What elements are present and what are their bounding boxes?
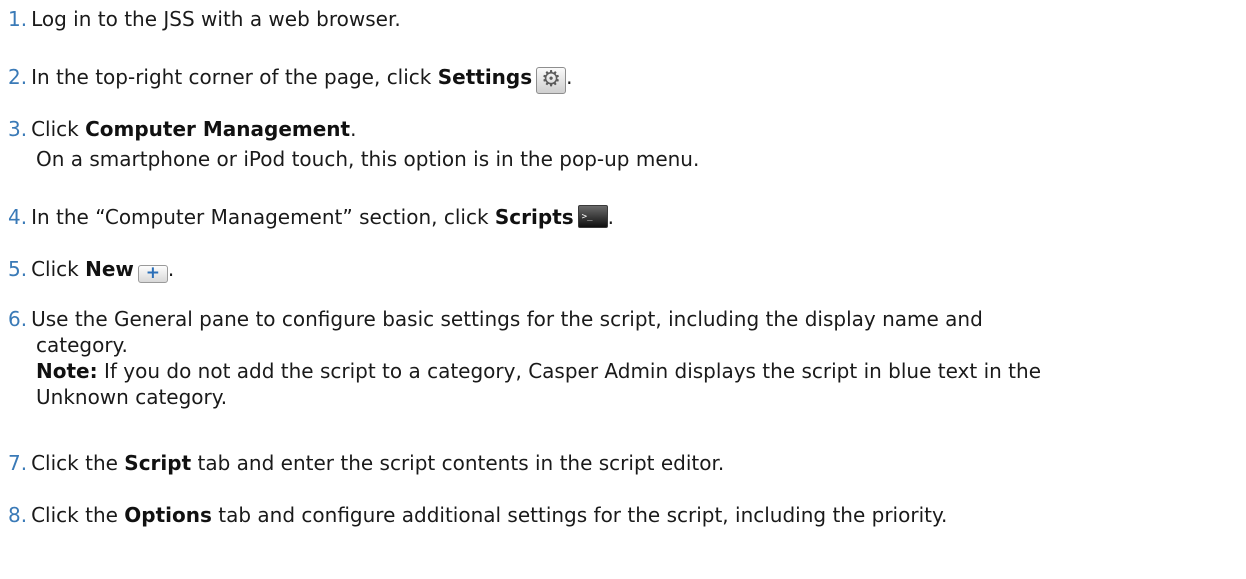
settings-label: Settings (437, 65, 533, 89)
step-7: 7. Click the Script tab and enter the scr… (8, 450, 1238, 476)
step-number: 7. (8, 451, 28, 475)
options-tab-label: Options (124, 503, 212, 527)
step-text-end: . (607, 205, 615, 229)
step-text-end: . (566, 65, 573, 89)
note-text: If you do not add the script to a catego… (97, 359, 1041, 383)
step-text-end: tab and enter the script contents in the… (191, 451, 725, 475)
step-5: 5. Click New +. (8, 256, 1238, 283)
step-text: Log in to the JSS with a web browser. (31, 7, 401, 31)
step-text: In the “Computer Management” section, cl… (31, 205, 495, 229)
terminal-icon (577, 204, 608, 230)
step-4: 4. In the “Computer Management” section, … (8, 204, 1238, 230)
step-text: Click (31, 117, 86, 141)
step-8: 8. Click the Options tab and configure ad… (8, 502, 1238, 528)
step-text-end: . (350, 117, 357, 141)
step-3: 3. Click Computer Management. On a smartp… (8, 116, 1238, 172)
script-tab-label: Script (124, 451, 192, 475)
step-number: 5. (8, 257, 28, 281)
step-6-note: Note: If you do not add the script to a … (8, 358, 1238, 384)
step-text: Use the General pane to configure basic … (31, 307, 983, 331)
step-3-detail: On a smartphone or iPod touch, this opti… (36, 147, 700, 171)
step-6: 6. Use the General pane to configure basi… (8, 306, 1238, 410)
step-number: 6. (8, 307, 28, 331)
note-label: Note: (36, 359, 98, 383)
step-text: In the top-right corner of the page, cli… (31, 65, 438, 89)
step-1: 1. Log in to the JSS with a web browser. (8, 6, 1238, 32)
step-text: Click the (31, 451, 125, 475)
new-label: New (85, 257, 134, 281)
plus-icon: + (137, 265, 168, 283)
step-number: 3. (8, 117, 28, 141)
computer-management-label: Computer Management (85, 117, 351, 141)
gear-icon: ⚙ (536, 67, 567, 94)
steps-list: 1. Log in to the JSS with a web browser. … (0, 0, 1246, 579)
step-text: Click (31, 257, 86, 281)
scripts-label: Scripts (494, 205, 574, 229)
step-number: 1. (8, 7, 28, 31)
step-6-line-4: Unknown category. (36, 385, 228, 409)
step-number: 8. (8, 503, 28, 527)
step-number: 4. (8, 205, 28, 229)
step-text-end: tab and configure additional settings fo… (211, 503, 948, 527)
step-2: 2. In the top-right corner of the page, c… (8, 64, 1238, 94)
step-number: 2. (8, 65, 28, 89)
step-6-line-2: category. (36, 333, 128, 357)
step-text-end: . (167, 257, 175, 281)
step-text: Click the (31, 503, 125, 527)
